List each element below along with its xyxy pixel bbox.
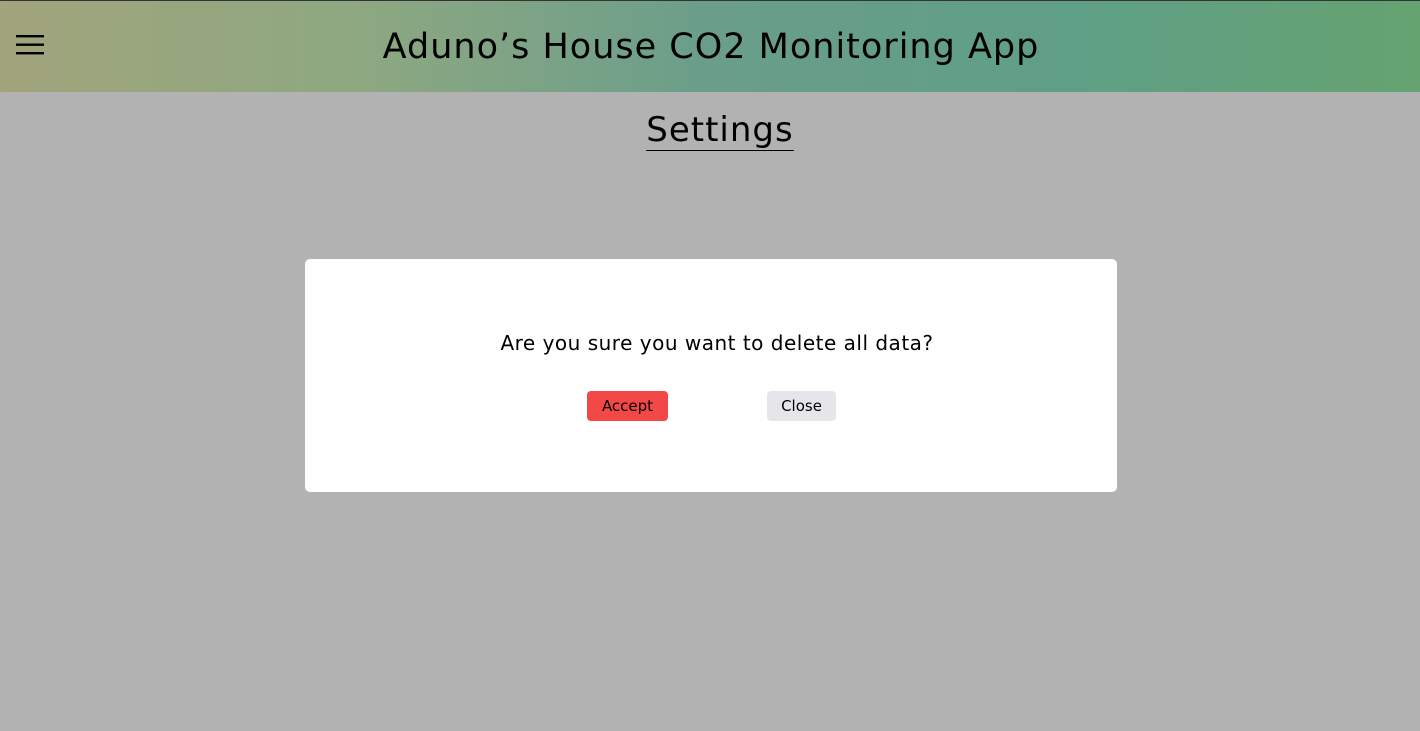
close-button[interactable]: Close xyxy=(767,391,836,421)
page-title-text: Settings xyxy=(646,110,794,151)
page-title: Settings xyxy=(0,108,1420,152)
app-header: Aduno’s House CO2 Monitoring App xyxy=(0,1,1420,92)
app-title: Aduno’s House CO2 Monitoring App xyxy=(382,27,1040,67)
accept-button[interactable]: Accept xyxy=(587,391,668,421)
delete-confirmation-dialog: Are you sure you want to delete all data… xyxy=(305,259,1117,492)
dialog-message: Are you sure you want to delete all data… xyxy=(500,331,934,355)
